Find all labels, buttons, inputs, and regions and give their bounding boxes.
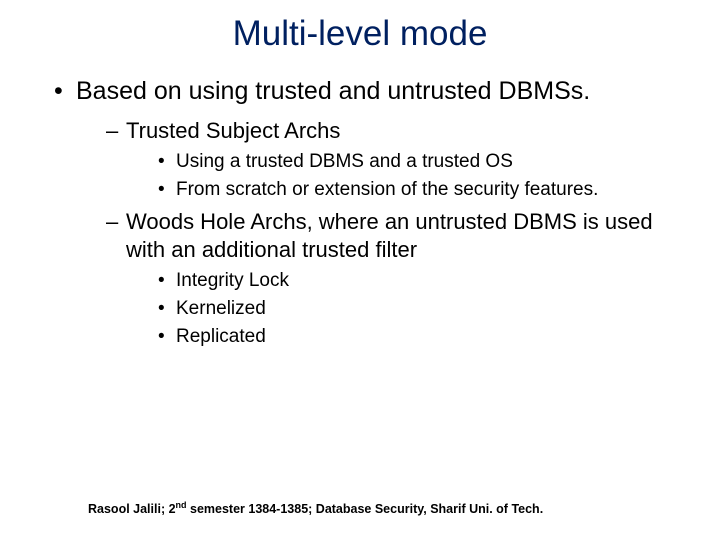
list-item: Replicated — [158, 325, 684, 350]
bullet-text: Kernelized — [176, 298, 266, 319]
bullet-text: Integrity Lock — [176, 270, 289, 291]
bullet-text: Woods Hole Archs, where an untrusted DBM… — [126, 209, 653, 262]
bullet-list-level1: Based on using trusted and untrusted DBM… — [36, 76, 684, 349]
bullet-text: Using a trusted DBMS and a trusted OS — [176, 151, 513, 172]
list-item: Kernelized — [158, 297, 684, 322]
list-item: Woods Hole Archs, where an untrusted DBM… — [106, 208, 684, 349]
slide-footer: Rasool Jalili; 2nd semester 1384-1385; D… — [88, 500, 543, 516]
footer-suffix: semester 1384-1385; Database Security, S… — [187, 502, 544, 516]
slide: Multi-level mode Based on using trusted … — [0, 0, 720, 540]
list-item: Integrity Lock — [158, 269, 684, 294]
list-item: Trusted Subject Archs Using a trusted DB… — [106, 117, 684, 203]
bullet-text: Trusted Subject Archs — [126, 118, 340, 143]
footer-super: nd — [176, 500, 187, 510]
slide-title: Multi-level mode — [36, 14, 684, 54]
list-item: Using a trusted DBMS and a trusted OS — [158, 150, 684, 175]
bullet-list-level3: Integrity Lock Kernelized Replicated — [126, 269, 684, 349]
bullet-list-level3: Using a trusted DBMS and a trusted OS Fr… — [126, 150, 684, 202]
bullet-text: Based on using trusted and untrusted DBM… — [76, 77, 590, 105]
list-item: From scratch or extension of the securit… — [158, 178, 684, 203]
bullet-text: Replicated — [176, 326, 266, 347]
footer-prefix: Rasool Jalili; 2 — [88, 502, 176, 516]
list-item: Based on using trusted and untrusted DBM… — [54, 76, 684, 349]
bullet-list-level2: Trusted Subject Archs Using a trusted DB… — [76, 117, 684, 350]
bullet-text: From scratch or extension of the securit… — [176, 179, 598, 200]
